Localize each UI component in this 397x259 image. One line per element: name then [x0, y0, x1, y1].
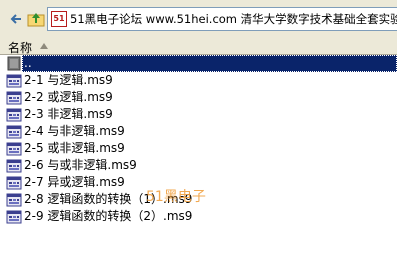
ms9-file-icon	[6, 193, 22, 207]
file-name: 2-6 与或非逻辑.ms9	[24, 158, 137, 172]
file-name: 2-9 逻辑函数的转换（2）.ms9	[24, 209, 193, 223]
file-row[interactable]: 2-1 与逻辑.ms9	[0, 72, 397, 89]
column-header-name[interactable]: 名称	[0, 38, 397, 55]
column-header-label: 名称	[8, 41, 33, 55]
ms9-file-icon	[6, 125, 22, 139]
ms9-file-icon	[6, 74, 22, 88]
ms9-file-icon	[6, 142, 22, 156]
back-arrow-icon	[10, 14, 21, 24]
up-folder-button[interactable]	[26, 9, 46, 29]
site-logo: 51	[51, 11, 67, 27]
back-button[interactable]	[6, 9, 26, 29]
parent-folder-icon	[7, 56, 21, 71]
file-name: 2-2 或逻辑.ms9	[24, 90, 113, 104]
ms9-file-icon	[6, 108, 22, 122]
file-name: 2-7 异或逻辑.ms9	[24, 175, 125, 189]
file-row[interactable]: 2-9 逻辑函数的转换（2）.ms9	[0, 208, 397, 225]
ms9-file-icon	[6, 159, 22, 173]
file-name: 2-3 非逻辑.ms9	[24, 107, 113, 121]
up-folder-icon	[27, 13, 45, 27]
selection-highlight	[22, 55, 397, 72]
file-name: 2-4 与非逻辑.ms9	[24, 124, 125, 138]
watermark-text: 51黑电子	[146, 189, 206, 205]
ms9-file-icon	[6, 210, 22, 224]
sort-up-icon	[40, 43, 48, 49]
ms9-file-icon	[6, 176, 22, 190]
file-row[interactable]: 2-6 与或非逻辑.ms9	[0, 157, 397, 174]
ms9-file-icon	[6, 91, 22, 105]
file-row[interactable]: 2-2 或逻辑.ms9	[0, 89, 397, 106]
file-row[interactable]: 2-5 或非逻辑.ms9	[0, 140, 397, 157]
file-name: 2-5 或非逻辑.ms9	[24, 141, 125, 155]
parent-folder-row[interactable]: ..	[0, 55, 397, 72]
address-bar[interactable]: 51 51黑电子论坛 www.51hei.com 清华大学数字技术基础全套实验	[47, 7, 397, 31]
toolbar: 51 51黑电子论坛 www.51hei.com 清华大学数字技术基础全套实验	[0, 0, 397, 39]
file-row[interactable]: 2-3 非逻辑.ms9	[0, 106, 397, 123]
file-row[interactable]: 2-4 与非逻辑.ms9	[0, 123, 397, 140]
file-name: 2-1 与逻辑.ms9	[24, 73, 113, 87]
file-name: ..	[24, 56, 32, 70]
address-text: 51黑电子论坛 www.51hei.com 清华大学数字技术基础全套实验	[70, 12, 397, 26]
